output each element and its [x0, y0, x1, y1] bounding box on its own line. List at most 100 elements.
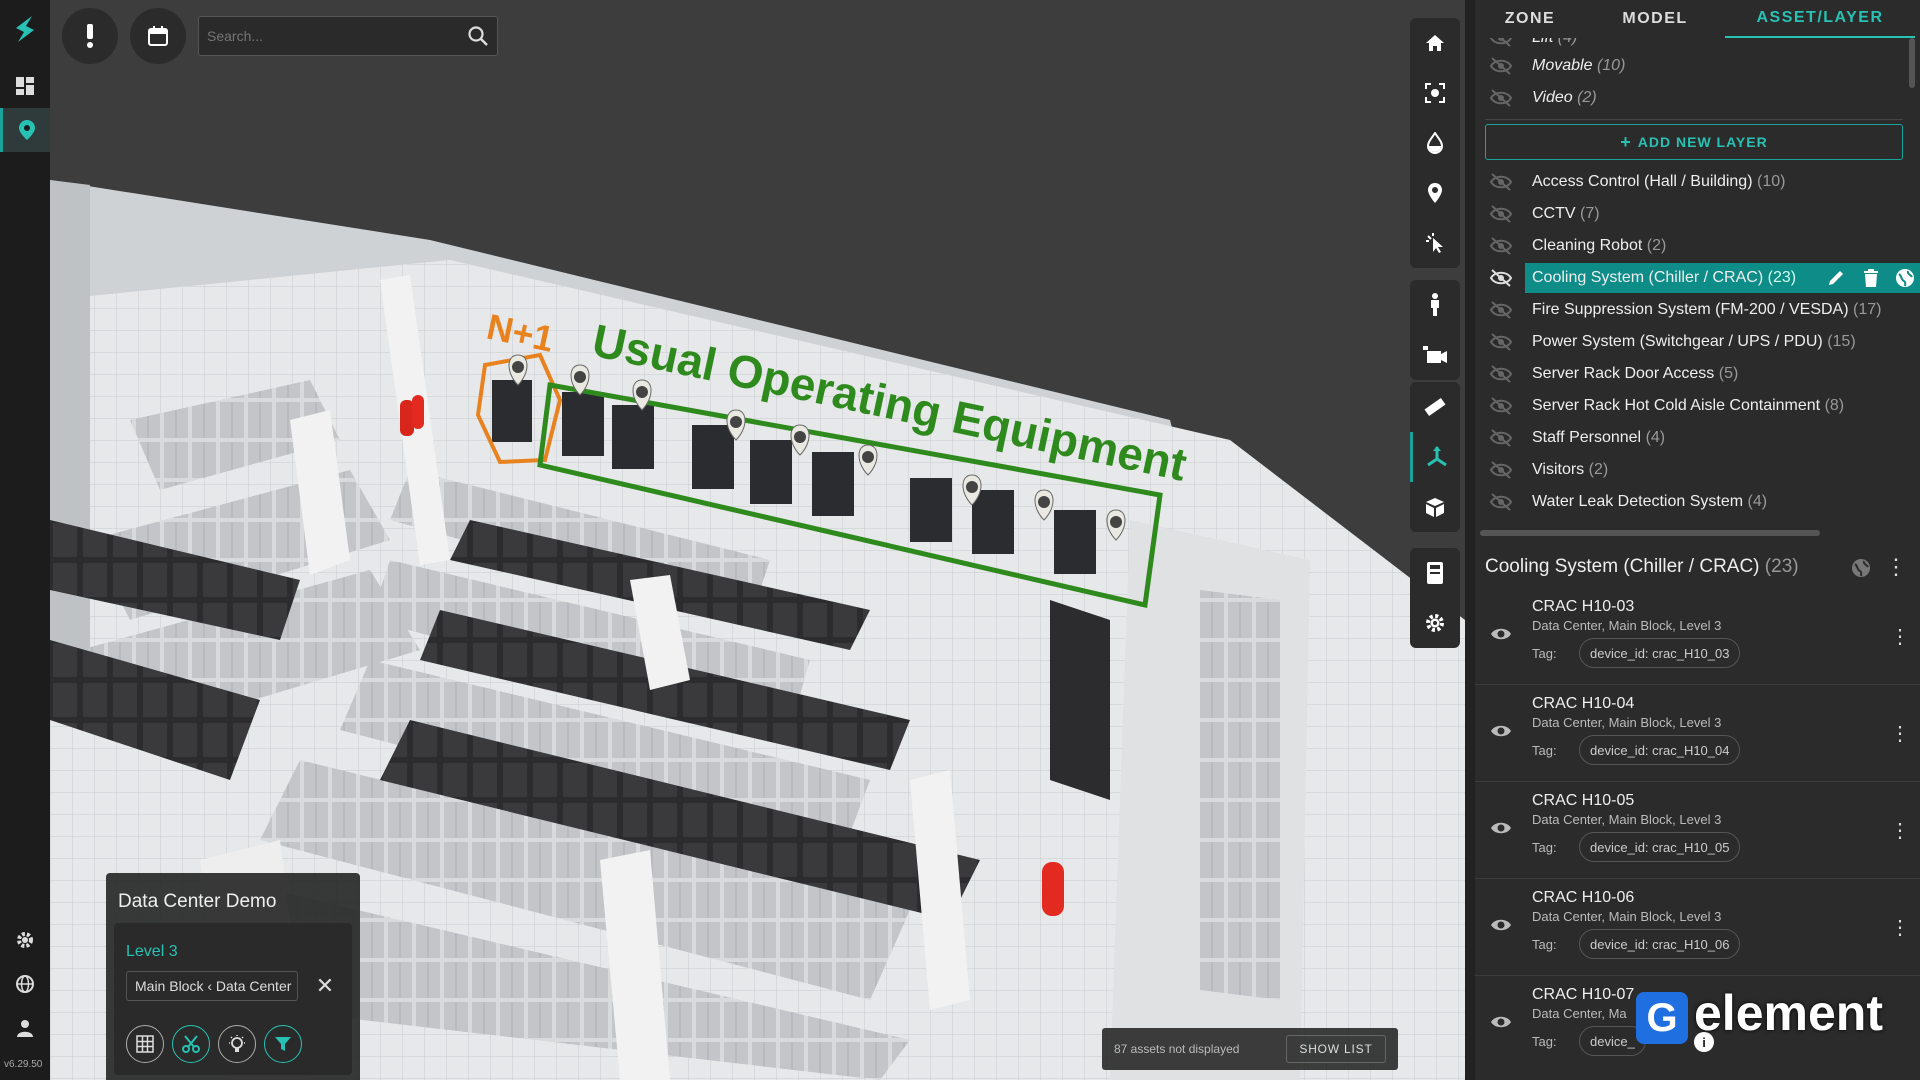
globe-icon[interactable] — [1895, 268, 1915, 288]
left-rail: v6.29.50 — [0, 0, 50, 1080]
asset-name: CRAC H10-04 — [1532, 695, 1635, 712]
add-layer-button[interactable]: + ADD NEW LAYER — [1485, 124, 1903, 160]
globe-icon[interactable] — [1851, 558, 1871, 578]
clip-toggle[interactable] — [172, 1025, 210, 1063]
layer-count: (2) — [1588, 461, 1609, 478]
search-icon[interactable] — [467, 25, 489, 47]
alert-button[interactable] — [62, 8, 118, 64]
tag-chip[interactable]: device_id: crac_H10_06 — [1579, 929, 1741, 959]
layer-name: Video — [1532, 89, 1573, 106]
poi-button[interactable] — [1410, 168, 1460, 218]
map-button[interactable] — [0, 108, 50, 152]
settings-button[interactable] — [0, 918, 50, 962]
layer-item[interactable]: Visitors (2) — [1475, 454, 1900, 486]
eye-icon[interactable] — [1489, 268, 1513, 288]
grid-toggle[interactable] — [126, 1025, 164, 1063]
layer-item[interactable]: Water Leak Detection System (4) — [1475, 486, 1900, 518]
search-box[interactable] — [198, 16, 498, 56]
eye-icon[interactable] — [1489, 721, 1513, 741]
asset-menu-button[interactable]: ⋮ — [1890, 721, 1910, 746]
layer-item[interactable]: Server Rack Hot Cold Aisle Containment (… — [1475, 390, 1900, 422]
drop-button[interactable] — [1410, 118, 1460, 168]
layer-item[interactable]: Cleaning Robot (2) — [1475, 230, 1900, 262]
eye-off-icon[interactable] — [1489, 204, 1513, 224]
map-viewport[interactable]: N+1 Usual Operating Equipment Search... … — [50, 0, 1465, 1080]
tag-chip[interactable]: device_id: crac_H10_03 — [1579, 638, 1741, 668]
asset-item[interactable]: CRAC H10-04 Data Center, Main Block, Lev… — [1475, 685, 1920, 782]
tab-model[interactable]: MODEL — [1585, 0, 1725, 38]
focus-button[interactable] — [1410, 68, 1460, 118]
eye-off-icon[interactable] — [1489, 396, 1513, 416]
filter-toggle[interactable] — [264, 1025, 302, 1063]
layer-item[interactable]: Staff Personnel (4) — [1475, 422, 1900, 454]
asset-item[interactable]: CRAC H10-05 Data Center, Main Block, Lev… — [1475, 782, 1920, 879]
close-button[interactable]: ✕ — [310, 971, 340, 1001]
eye-off-icon[interactable] — [1489, 332, 1513, 352]
globe-button[interactable] — [0, 962, 50, 1006]
tab-asset-layer[interactable]: ASSET/LAYER — [1725, 0, 1915, 38]
eye-off-icon[interactable] — [1489, 364, 1513, 384]
light-toggle[interactable] — [218, 1025, 256, 1063]
axis-button[interactable] — [1410, 432, 1460, 482]
brand-watermark: G element i — [1636, 985, 1906, 1052]
asset-name: CRAC H10-07 — [1532, 986, 1635, 1003]
show-list-button[interactable]: SHOW LIST — [1286, 1035, 1386, 1063]
dashboard-button[interactable] — [0, 64, 50, 108]
block-selector[interactable]: Main Block ‹ Data Center — [126, 971, 298, 1001]
asset-item[interactable]: CRAC H10-06 Data Center, Main Block, Lev… — [1475, 879, 1920, 976]
more-options-button[interactable]: ⋮ — [1885, 554, 1907, 580]
panel-tabs: ZONE MODEL ASSET/LAYER — [1475, 0, 1920, 38]
layer-scrollbar[interactable] — [1909, 38, 1915, 88]
map-settings-button[interactable] — [1410, 598, 1460, 648]
asset-group-header: Cooling System (Chiller / CRAC) (23) ⋮ — [1475, 548, 1920, 588]
horizontal-scrollbar[interactable] — [1480, 530, 1820, 536]
layer-item[interactable]: Access Control (Hall / Building) (10) — [1475, 166, 1900, 198]
eye-off-icon[interactable] — [1489, 492, 1513, 512]
level-label[interactable]: Level 3 — [126, 943, 178, 961]
person-button[interactable] — [1410, 280, 1460, 330]
edit-icon[interactable] — [1827, 269, 1845, 287]
measure-button[interactable] — [1410, 382, 1460, 432]
eye-off-icon[interactable] — [1489, 428, 1513, 448]
layer-item-selected[interactable]: Cooling System (Chiller / CRAC) (23) — [1475, 262, 1920, 294]
eye-off-icon[interactable] — [1489, 172, 1513, 192]
right-panel: ZONE MODEL ASSET/LAYER Lift (4) Movable … — [1475, 0, 1920, 1080]
eye-icon[interactable] — [1489, 818, 1513, 838]
calendar-button[interactable] — [130, 8, 186, 64]
asset-menu-button[interactable]: ⋮ — [1890, 624, 1910, 649]
info-icon[interactable]: i — [1694, 1032, 1714, 1052]
divider — [1485, 119, 1903, 120]
camera-button[interactable] — [1410, 330, 1460, 380]
layer-item[interactable]: Video (2) — [1475, 82, 1900, 114]
layer-item[interactable]: Power System (Switchgear / UPS / PDU) (1… — [1475, 326, 1900, 358]
rack-button[interactable] — [1410, 548, 1460, 598]
eye-off-icon[interactable] — [1489, 460, 1513, 480]
tab-zone[interactable]: ZONE — [1475, 0, 1585, 38]
tag-chip[interactable]: device_id: crac_H10_05 — [1579, 832, 1741, 862]
eye-icon[interactable] — [1489, 624, 1513, 644]
asset-item[interactable]: CRAC H10-03 Data Center, Main Block, Lev… — [1475, 588, 1920, 685]
home-view-button[interactable] — [1410, 18, 1460, 68]
pointer-button[interactable] — [1410, 218, 1460, 268]
search-input[interactable] — [207, 17, 457, 55]
tag-chip[interactable]: device_id: crac_H10_04 — [1579, 735, 1741, 765]
pointer-icon — [1426, 233, 1443, 253]
layer-name: Cleaning Robot — [1532, 237, 1643, 254]
eye-off-icon[interactable] — [1489, 300, 1513, 320]
layer-item[interactable]: Fire Suppression System (FM-200 / VESDA)… — [1475, 294, 1900, 326]
asset-menu-button[interactable]: ⋮ — [1890, 915, 1910, 940]
layer-item[interactable]: CCTV (7) — [1475, 198, 1900, 230]
eye-off-icon[interactable] — [1489, 88, 1513, 108]
cube-button[interactable] — [1410, 482, 1460, 532]
trash-icon[interactable] — [1863, 269, 1879, 287]
layer-count: (7) — [1580, 205, 1600, 222]
eye-icon[interactable] — [1489, 1012, 1513, 1032]
eye-off-icon[interactable] — [1489, 236, 1513, 256]
layer-item[interactable]: Movable (10) — [1475, 50, 1900, 82]
eye-icon[interactable] — [1489, 915, 1513, 935]
eye-off-icon[interactable] — [1489, 38, 1513, 48]
user-button[interactable] — [0, 1006, 50, 1050]
asset-menu-button[interactable]: ⋮ — [1890, 818, 1910, 843]
eye-off-icon[interactable] — [1489, 56, 1513, 76]
layer-item[interactable]: Server Rack Door Access (5) — [1475, 358, 1900, 390]
